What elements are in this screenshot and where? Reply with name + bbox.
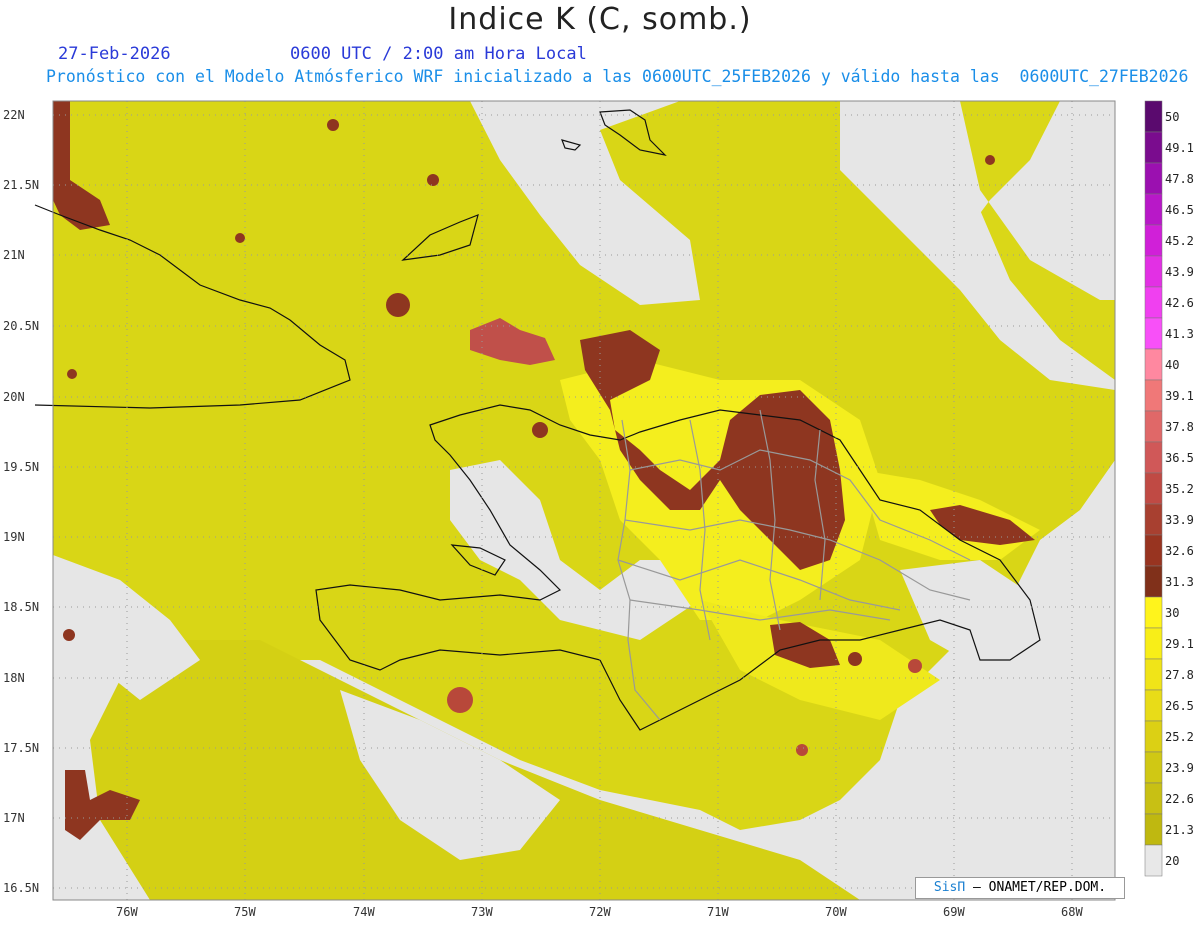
colorbar-swatch — [1144, 255, 1163, 288]
lon-label: 70W — [825, 905, 847, 919]
lon-label: 69W — [943, 905, 965, 919]
lat-label: 19.5N — [3, 460, 39, 474]
colorbar-label: 21.3 — [1165, 823, 1194, 837]
colorbar-swatch — [1144, 193, 1163, 226]
lat-label: 21N — [3, 248, 25, 262]
colorbar-swatch — [1144, 844, 1163, 877]
field-spot — [848, 652, 862, 666]
colorbar-label: 43.9 — [1165, 265, 1194, 279]
field-spot — [235, 233, 245, 243]
lat-label: 20N — [3, 390, 25, 404]
colorbar-swatch — [1144, 689, 1163, 722]
lat-label: 18N — [3, 671, 25, 685]
colorbar-swatch — [1144, 224, 1163, 257]
colorbar-label: 40 — [1165, 358, 1179, 372]
lon-label: 71W — [707, 905, 729, 919]
colorbar-swatch — [1144, 379, 1163, 412]
colorbar-swatch — [1144, 317, 1163, 350]
colorbar-label: 45.2 — [1165, 234, 1194, 248]
colorbar-label: 49.1 — [1165, 141, 1194, 155]
colorbar-swatch — [1144, 100, 1163, 133]
lat-label: 19N — [3, 530, 25, 544]
colorbar-label: 32.6 — [1165, 544, 1194, 558]
credit-text: – ONAMET/REP.DOM. — [973, 880, 1107, 895]
colorbar-label: 20 — [1165, 854, 1179, 868]
colorbar-label: 42.6 — [1165, 296, 1194, 310]
credit-brand: SisΠ — [933, 880, 966, 895]
field-spot — [67, 369, 77, 379]
colorbar-swatch — [1144, 565, 1163, 598]
colorbar-swatch — [1144, 658, 1163, 691]
colorbar-label: 46.5 — [1165, 203, 1194, 217]
lon-label: 73W — [471, 905, 493, 919]
colorbar-swatch — [1144, 348, 1163, 381]
colorbar-swatch — [1144, 162, 1163, 195]
field-spot — [532, 422, 548, 438]
colorbar-label: 27.8 — [1165, 668, 1194, 682]
colorbar-label: 25.2 — [1165, 730, 1194, 744]
colorbar-swatch — [1144, 813, 1163, 846]
colorbar-swatch — [1144, 627, 1163, 660]
lon-label: 68W — [1061, 905, 1083, 919]
colorbar-label: 36.5 — [1165, 451, 1194, 465]
field-spot — [63, 629, 75, 641]
lat-label: 16.5N — [3, 881, 39, 895]
lat-label: 22N — [3, 108, 25, 122]
colorbar-swatch — [1144, 286, 1163, 319]
colorbar-label: 41.3 — [1165, 327, 1194, 341]
lat-label: 17.5N — [3, 741, 39, 755]
field-spot — [427, 174, 439, 186]
colorbar-swatch — [1144, 534, 1163, 567]
lon-label: 75W — [234, 905, 256, 919]
colorbar-label: 37.8 — [1165, 420, 1194, 434]
colorbar-label: 50 — [1165, 110, 1179, 124]
colorbar-swatch — [1144, 720, 1163, 753]
field-spot — [796, 744, 808, 756]
longitude-labels: 76W 75W 74W 73W 72W 71W 70W 69W 68W — [116, 905, 1083, 919]
colorbar-swatch — [1144, 751, 1163, 784]
colorbar-label: 22.6 — [1165, 792, 1194, 806]
credit-box: SisΠ – ONAMET/REP.DOM. — [915, 877, 1125, 899]
lat-label: 17N — [3, 811, 25, 825]
colorbar-label: 23.9 — [1165, 761, 1194, 775]
colorbar-label: 47.8 — [1165, 172, 1194, 186]
colorbar: 50 49.1 47.8 46.5 45.2 43.9 42.6 41.3 40 39.1 37.8… — [1144, 100, 1194, 877]
colorbar-swatch — [1144, 503, 1163, 536]
colorbar-label: 30 — [1165, 606, 1179, 620]
lat-label: 20.5N — [3, 319, 39, 333]
colorbar-label: 29.1 — [1165, 637, 1194, 651]
colorbar-label: 35.2 — [1165, 482, 1194, 496]
colorbar-label: 26.5 — [1165, 699, 1194, 713]
colorbar-swatch — [1144, 441, 1163, 474]
colorbar-label: 33.9 — [1165, 513, 1194, 527]
field-spot — [908, 659, 922, 673]
lon-label: 76W — [116, 905, 138, 919]
colorbar-swatch — [1144, 131, 1163, 164]
colorbar-swatch — [1144, 596, 1163, 629]
field-spot — [447, 687, 473, 713]
field-spot — [386, 293, 410, 317]
map-canvas: 22N 21.5N 21N 20.5N 20N 19.5N 19N 18.5N … — [3, 100, 1194, 919]
field-spot — [327, 119, 339, 131]
colorbar-label: 39.1 — [1165, 389, 1194, 403]
latitude-labels: 22N 21.5N 21N 20.5N 20N 19.5N 19N 18.5N … — [3, 108, 39, 895]
lon-label: 74W — [353, 905, 375, 919]
colorbar-swatch — [1144, 472, 1163, 505]
lat-label: 18.5N — [3, 600, 39, 614]
colorbar-swatch — [1144, 410, 1163, 443]
colorbar-swatch — [1144, 782, 1163, 815]
field-spot — [985, 155, 995, 165]
lon-label: 72W — [589, 905, 611, 919]
colorbar-label: 31.3 — [1165, 575, 1194, 589]
lat-label: 21.5N — [3, 178, 39, 192]
